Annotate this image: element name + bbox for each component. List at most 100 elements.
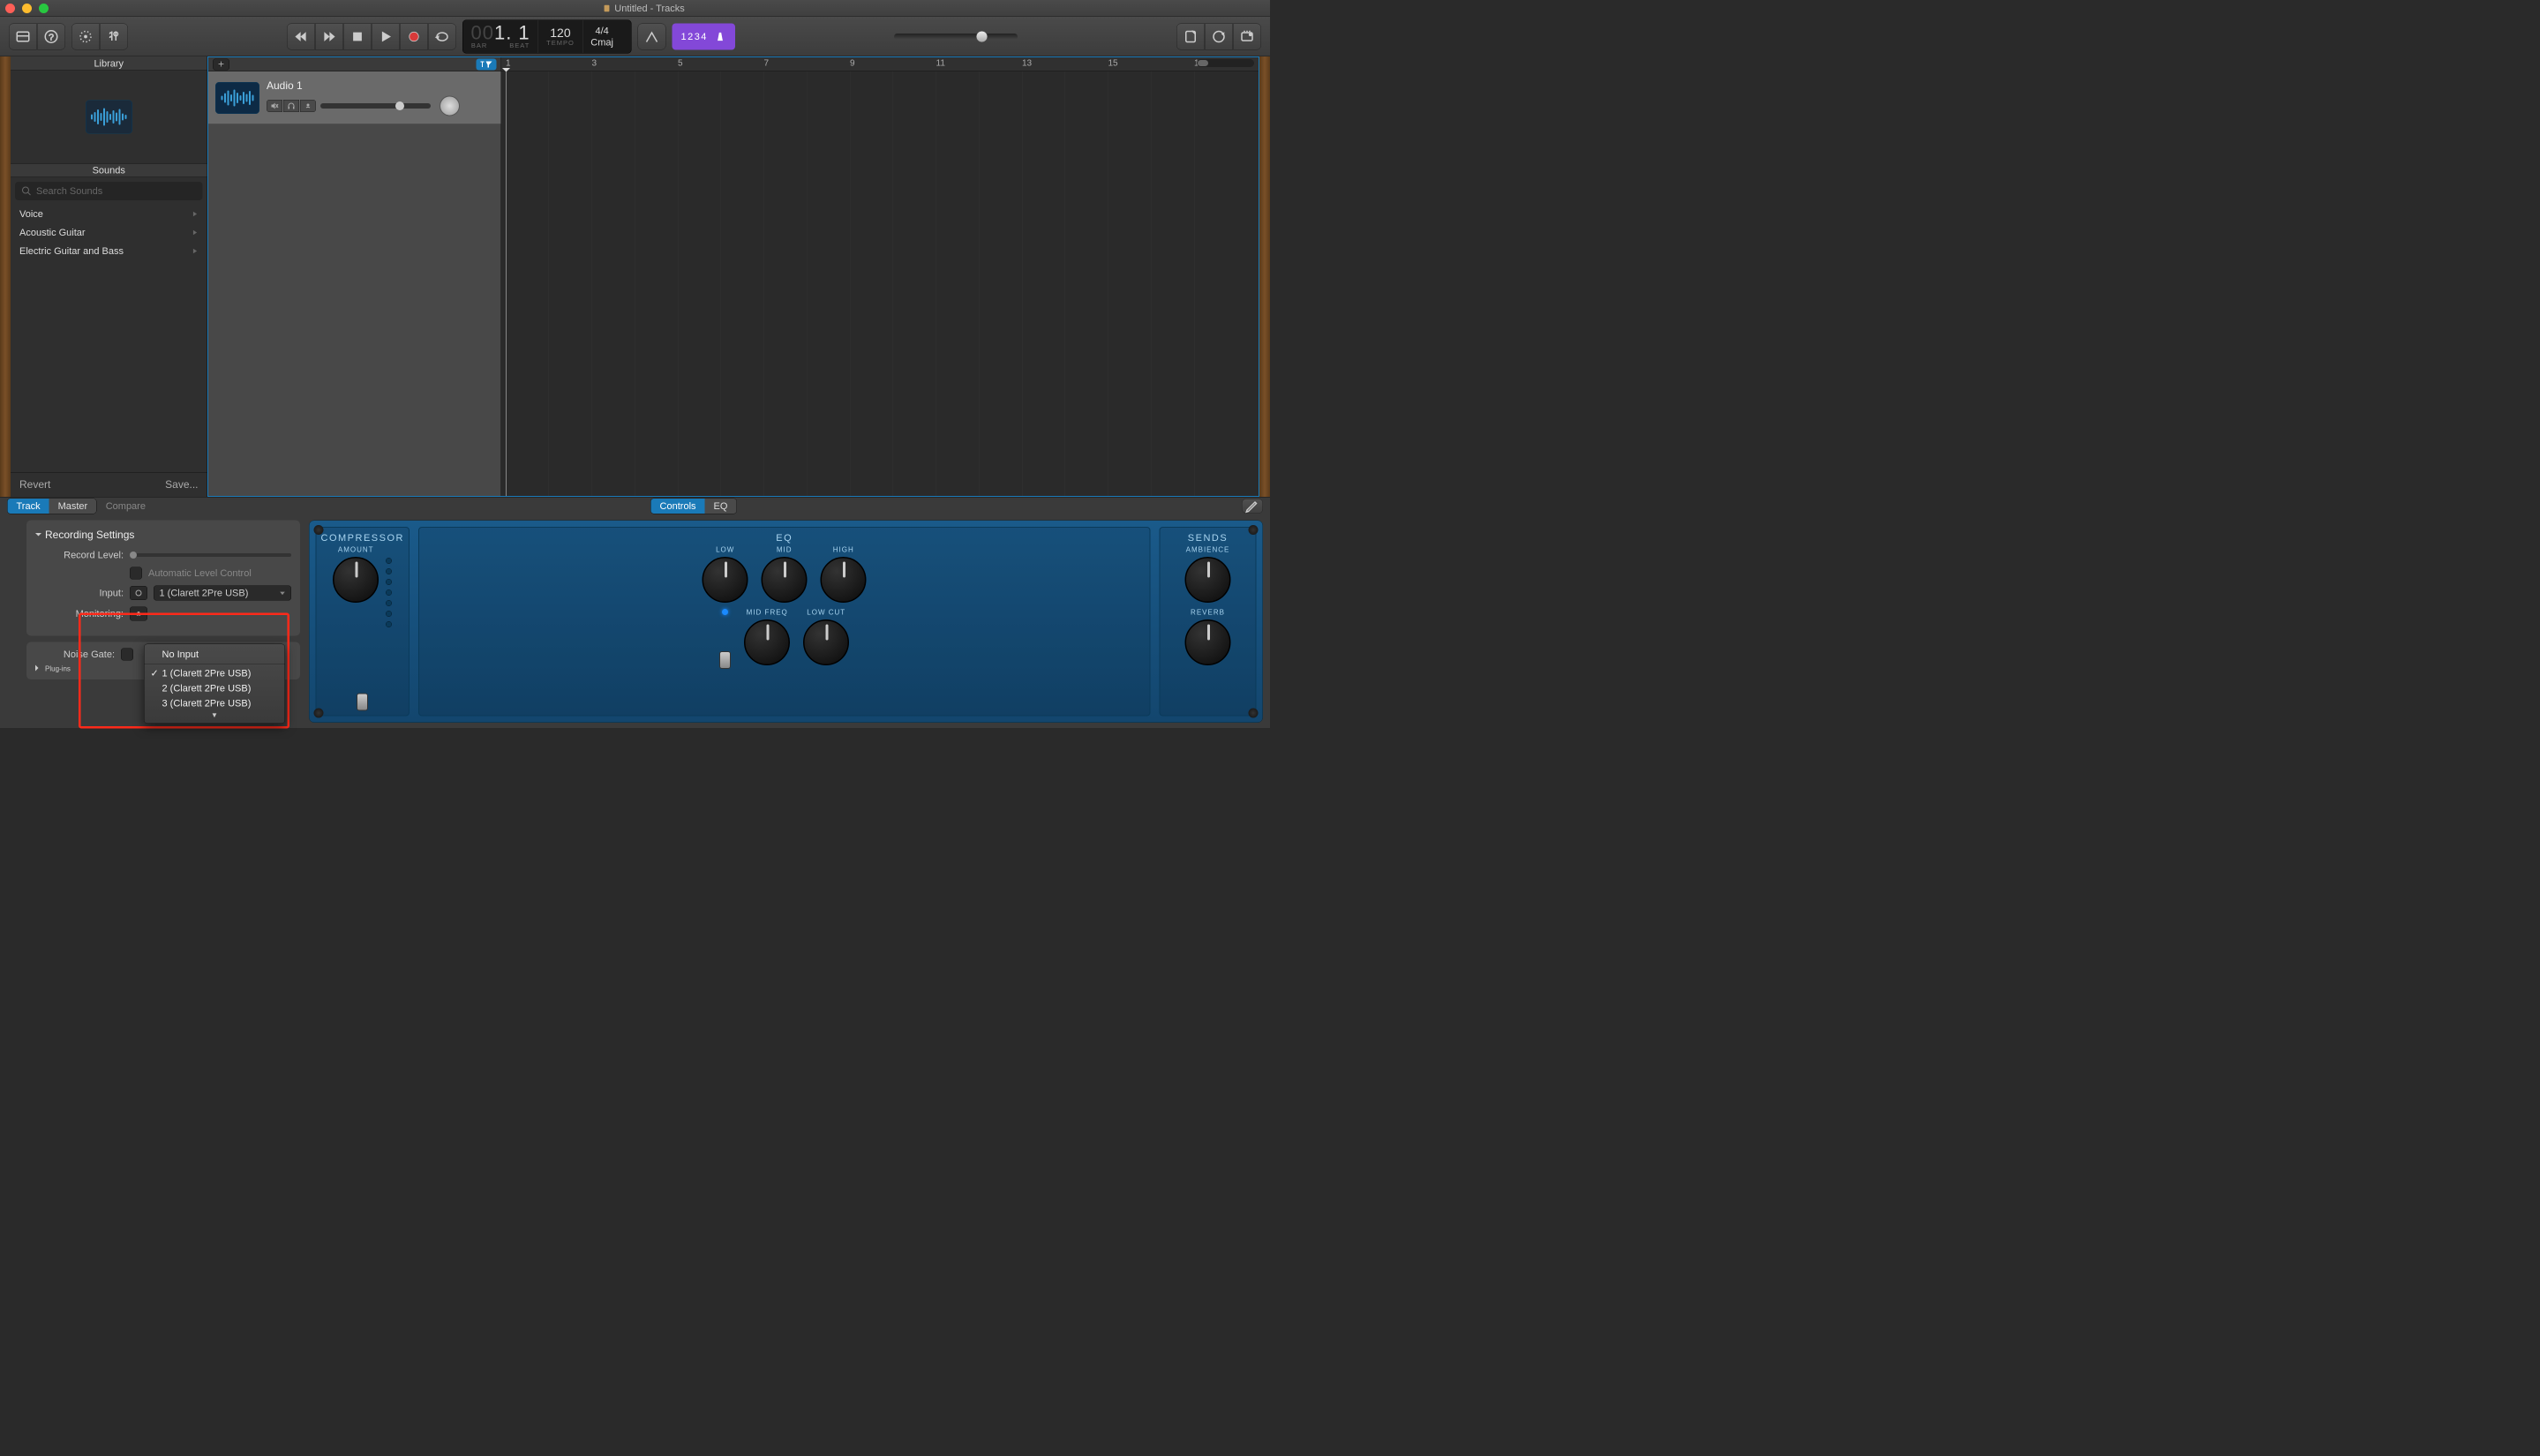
screw-icon bbox=[1249, 709, 1259, 718]
menu-item-input-3[interactable]: 3 (Clarett 2Pre USB) bbox=[145, 696, 285, 711]
plugins-disclosure[interactable]: Plug-ins bbox=[45, 665, 71, 673]
chevron-right-icon bbox=[192, 248, 199, 254]
editors-toggle-button[interactable] bbox=[100, 23, 128, 49]
timeline-grid[interactable] bbox=[501, 71, 1259, 496]
add-track-button[interactable]: + bbox=[213, 58, 229, 70]
quick-help-button[interactable]: ? bbox=[37, 23, 65, 49]
track-tab[interactable]: Track bbox=[8, 499, 49, 514]
controls-tab[interactable]: Controls bbox=[651, 499, 705, 514]
tempo-value[interactable]: 120 bbox=[550, 26, 570, 41]
key-signature[interactable]: Cmaj bbox=[590, 36, 613, 48]
headphone-button[interactable] bbox=[283, 100, 299, 112]
horizontal-zoom-scroll[interactable] bbox=[1197, 59, 1254, 67]
noise-gate-checkbox[interactable] bbox=[121, 649, 133, 661]
pedalboard: COMPRESSOR AMOUNT EQ LOW MID bbox=[309, 521, 1263, 724]
tuner-button[interactable] bbox=[637, 23, 665, 49]
category-electric-guitar-bass[interactable]: Electric Guitar and Bass bbox=[11, 242, 207, 260]
audio-waveform-icon bbox=[215, 82, 259, 114]
reverb-knob[interactable] bbox=[1185, 619, 1231, 665]
record-level-slider[interactable] bbox=[130, 553, 291, 557]
play-button[interactable] bbox=[372, 23, 400, 49]
compressor-toggle[interactable] bbox=[357, 694, 368, 711]
search-sounds-input[interactable]: Search Sounds bbox=[15, 182, 203, 200]
controls-eq-segment: Controls EQ bbox=[650, 499, 737, 514]
wood-edge-right bbox=[1259, 56, 1270, 497]
compressor-amount-knob[interactable] bbox=[333, 557, 379, 603]
screw-icon bbox=[1249, 525, 1259, 535]
loops-button[interactable] bbox=[1205, 23, 1233, 49]
mute-button[interactable] bbox=[267, 100, 282, 112]
smart-controls-panel: Track Master Compare Controls EQ Recordi… bbox=[0, 497, 1270, 728]
wood-edge-left bbox=[0, 56, 11, 497]
eq-midfreq-knob[interactable] bbox=[744, 619, 790, 665]
monitoring-button[interactable] bbox=[130, 607, 147, 621]
eq-module: EQ LOW MID HIGH MID FREQ LOW CUT bbox=[418, 527, 1151, 717]
window-minimize-button[interactable] bbox=[22, 4, 32, 13]
menu-item-input-2[interactable]: 2 (Clarett 2Pre USB) bbox=[145, 681, 285, 696]
lcd-display[interactable]: 001.1 BARBEAT 120 TEMPO 4/4 Cmaj bbox=[462, 19, 631, 53]
timeline-ruler[interactable]: 1 3 5 7 9 11 13 15 17 bbox=[501, 57, 1259, 71]
auto-level-checkbox[interactable] bbox=[130, 567, 142, 580]
chevron-right-icon bbox=[192, 211, 199, 217]
menu-item-no-input[interactable]: No Input bbox=[145, 647, 285, 662]
input-label: Input: bbox=[35, 588, 124, 599]
edit-button[interactable] bbox=[1242, 499, 1263, 514]
eq-high-knob[interactable] bbox=[821, 557, 867, 603]
titlebar: Untitled - Tracks bbox=[0, 0, 1270, 17]
eq-lowcut-knob[interactable] bbox=[803, 619, 849, 665]
ambience-knob[interactable] bbox=[1185, 557, 1231, 603]
count-in-button[interactable]: 1234 bbox=[672, 23, 734, 49]
time-signature[interactable]: 4/4 bbox=[595, 25, 608, 36]
compressor-module: COMPRESSOR AMOUNT bbox=[316, 527, 410, 717]
category-voice[interactable]: Voice bbox=[11, 205, 207, 223]
input-monitor-button[interactable] bbox=[300, 100, 316, 112]
forward-button[interactable] bbox=[315, 23, 343, 49]
eq-on-led bbox=[722, 609, 728, 615]
window-zoom-button[interactable] bbox=[39, 4, 49, 13]
category-acoustic-guitar[interactable]: Acoustic Guitar bbox=[11, 223, 207, 242]
compressor-meter bbox=[386, 546, 392, 627]
window-title: Untitled - Tracks bbox=[49, 3, 1238, 14]
save-button[interactable]: Save... bbox=[165, 478, 198, 491]
chevron-down-icon bbox=[280, 590, 286, 597]
library-panel: Library Sounds Search Sounds Voice Acous… bbox=[11, 56, 207, 497]
track-master-segment: Track Master bbox=[7, 499, 97, 514]
pan-knob[interactable] bbox=[440, 95, 460, 116]
bar-value: 1 bbox=[494, 22, 506, 44]
screw-icon bbox=[314, 709, 324, 718]
media-browser-button[interactable] bbox=[1233, 23, 1261, 49]
search-icon bbox=[21, 186, 32, 197]
library-toggle-button[interactable] bbox=[9, 23, 37, 49]
master-tab[interactable]: Master bbox=[49, 499, 97, 514]
cycle-button[interactable] bbox=[428, 23, 456, 49]
eq-low-knob[interactable] bbox=[703, 557, 748, 603]
toolbar: ? 001.1 BARBEAT 120 TEMPO 4/4 bbox=[0, 17, 1270, 56]
window-close-button[interactable] bbox=[5, 4, 15, 13]
chevron-right-icon bbox=[192, 229, 199, 236]
input-format-button[interactable] bbox=[130, 586, 147, 600]
audio-waveform-icon bbox=[86, 101, 132, 134]
monitoring-label: Monitoring: bbox=[35, 608, 124, 619]
master-volume-slider[interactable] bbox=[894, 34, 1018, 40]
stop-button[interactable] bbox=[343, 23, 372, 49]
noise-gate-label: Noise Gate: bbox=[35, 649, 115, 660]
screw-icon bbox=[314, 525, 324, 535]
revert-button[interactable]: Revert bbox=[19, 478, 50, 491]
track-volume-slider[interactable] bbox=[320, 103, 431, 109]
record-button[interactable] bbox=[400, 23, 428, 49]
eq-tab[interactable]: EQ bbox=[705, 499, 737, 514]
input-dropdown[interactable]: 1 (Clarett 2Pre USB) bbox=[154, 586, 291, 601]
track-header-audio-1[interactable]: Audio 1 bbox=[208, 71, 501, 124]
bar-dim: 00 bbox=[471, 22, 494, 44]
auto-level-label: Automatic Level Control bbox=[148, 567, 252, 579]
eq-mid-knob[interactable] bbox=[762, 557, 808, 603]
menu-item-input-1[interactable]: 1 (Clarett 2Pre USB) bbox=[145, 666, 285, 681]
document-icon bbox=[602, 4, 611, 12]
sends-module: SENDS AMBIENCE REVERB bbox=[1160, 527, 1257, 717]
track-filter-button[interactable] bbox=[477, 58, 497, 70]
rewind-button[interactable] bbox=[287, 23, 315, 49]
eq-toggle[interactable] bbox=[719, 651, 731, 669]
smart-controls-toggle-button[interactable] bbox=[71, 23, 100, 49]
compare-button[interactable]: Compare bbox=[106, 500, 146, 512]
notepad-button[interactable] bbox=[1176, 23, 1205, 49]
